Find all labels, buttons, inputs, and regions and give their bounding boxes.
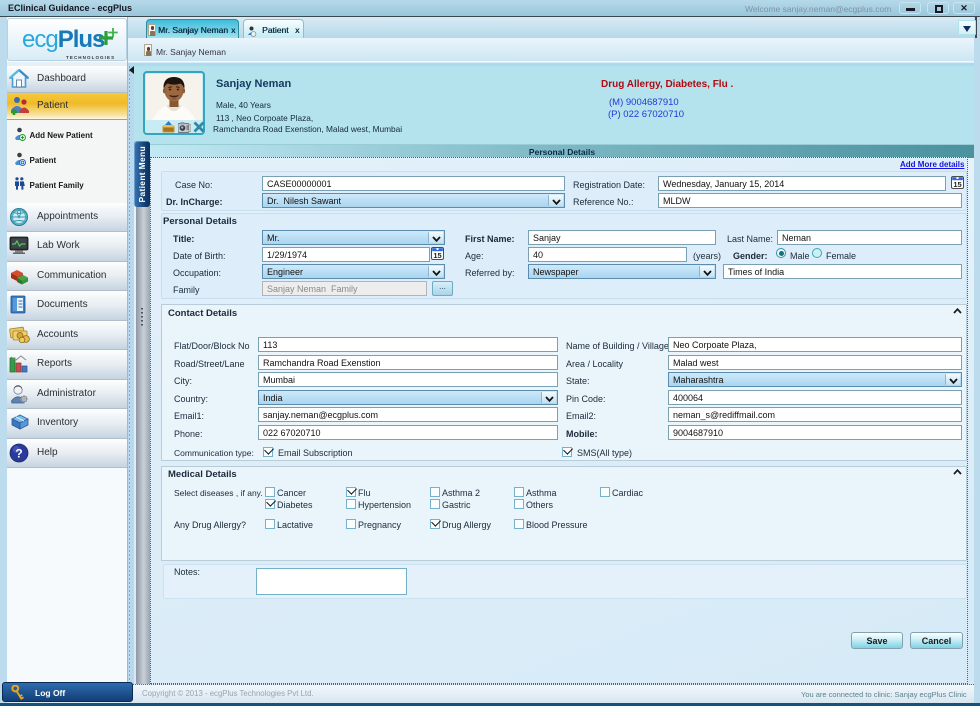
svg-text:?: ? <box>15 447 22 461</box>
svg-text:15: 15 <box>433 251 441 260</box>
svg-text:15: 15 <box>953 180 961 189</box>
